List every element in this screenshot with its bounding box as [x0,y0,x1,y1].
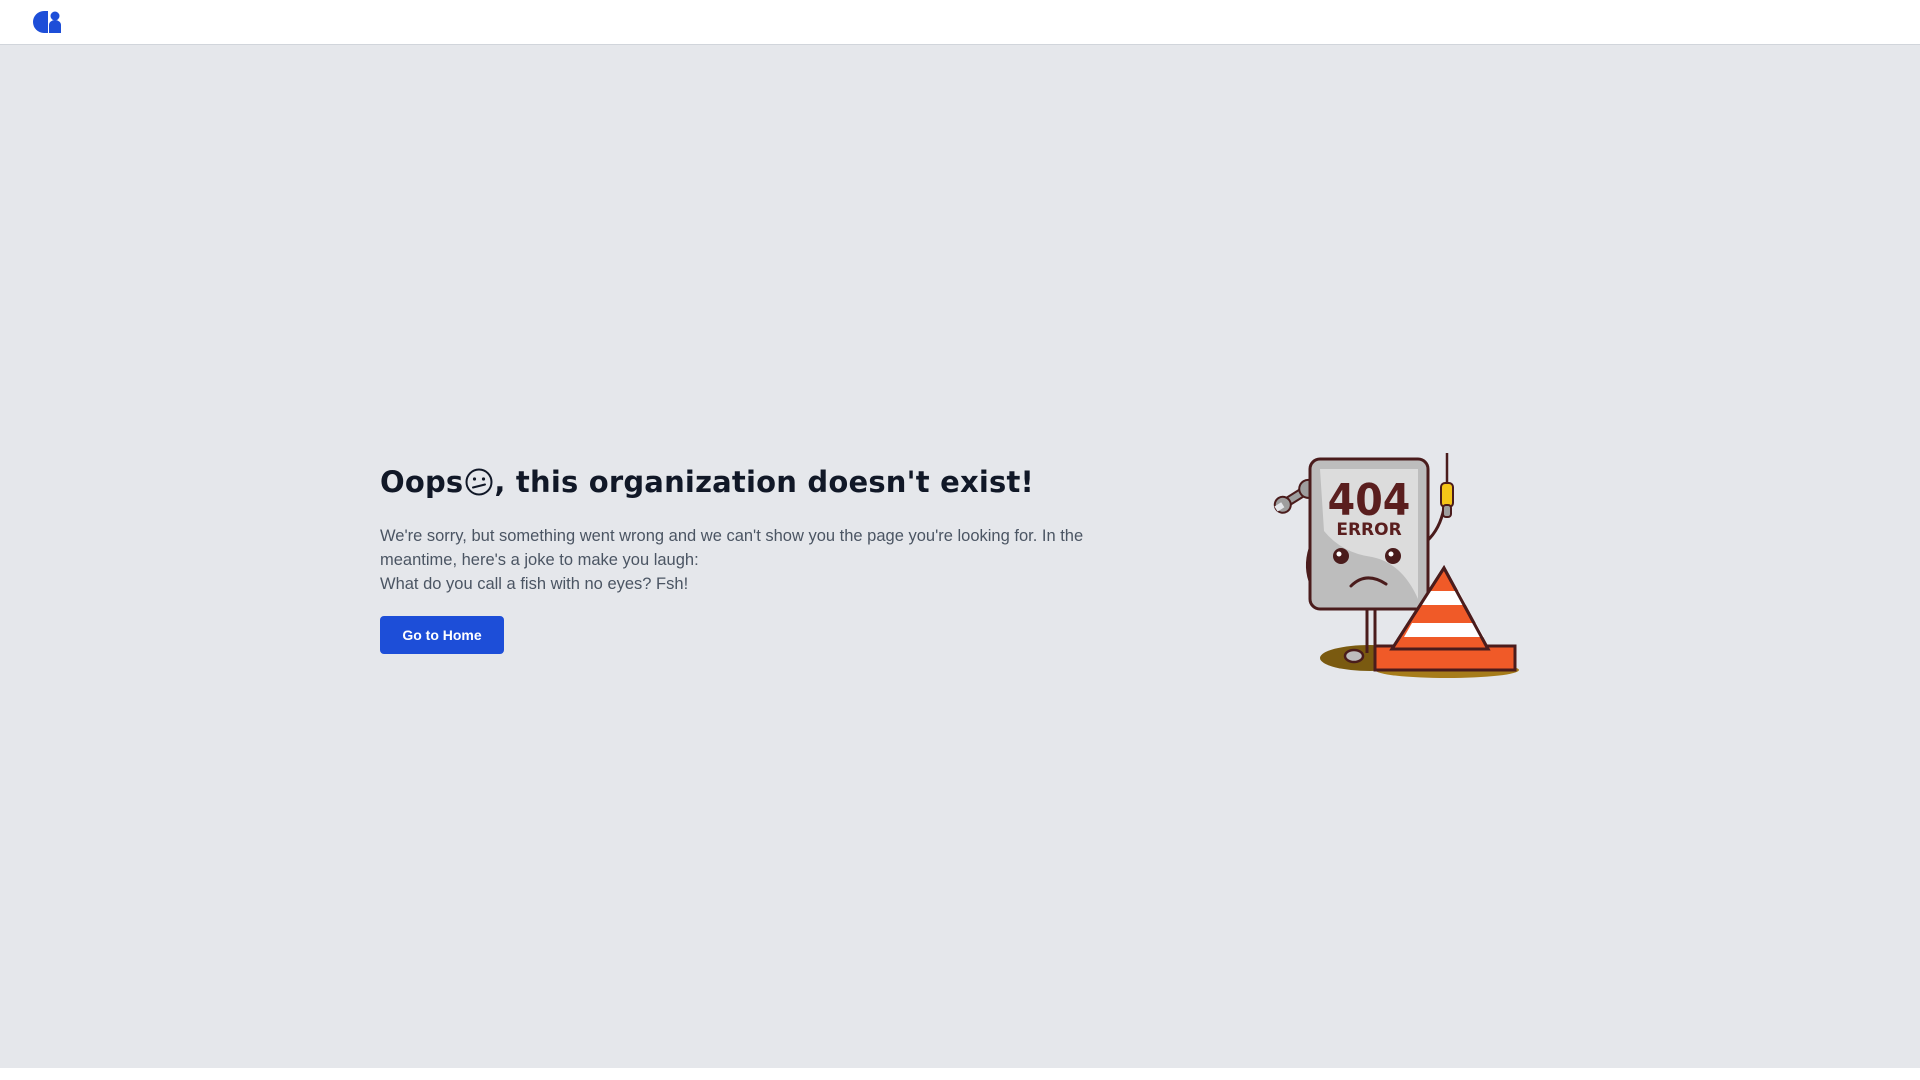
title-prefix: Oops [380,465,464,499]
go-to-home-button[interactable]: Go to Home [380,616,504,654]
error-message: We're sorry, but something went wrong an… [380,524,1100,596]
error-content: Oops , this organization doesn't exist! … [380,460,1100,654]
joke-text: What do you call a fish with no eyes? Fs… [380,575,689,593]
confused-face-icon [465,468,493,496]
error-message-line1: We're sorry, but something went wrong an… [380,527,1084,569]
bottom-strip [0,1068,1920,1080]
404-code-text: 404 [1328,475,1411,526]
404-error-illustration: 404 ERROR [1273,453,1519,678]
company-logo-icon[interactable] [33,11,61,33]
title-suffix: , this organization doesn't exist! [494,465,1034,499]
top-navbar [0,0,1920,45]
error-label-text: ERROR [1336,520,1401,540]
page-title: Oops , this organization doesn't exist! [380,460,1100,504]
